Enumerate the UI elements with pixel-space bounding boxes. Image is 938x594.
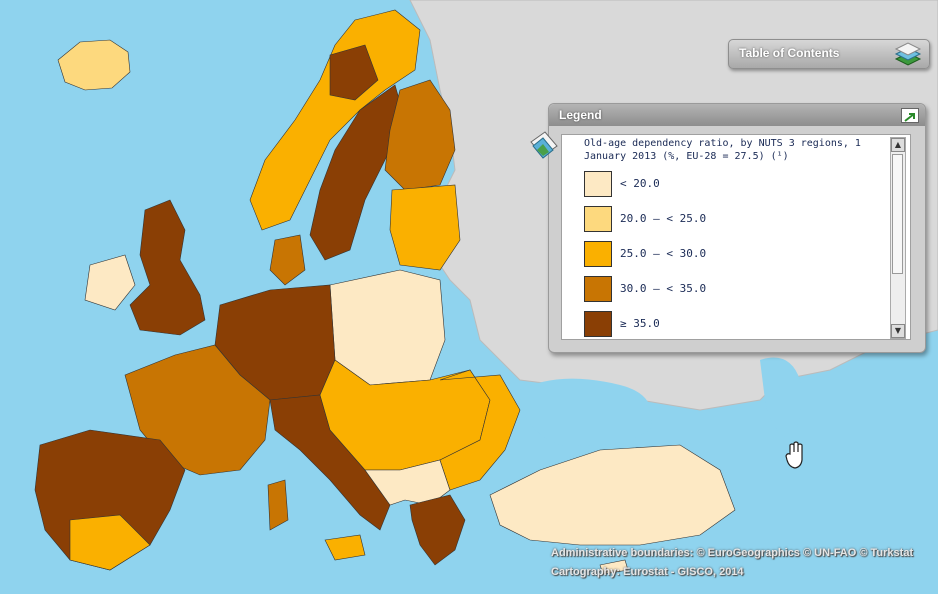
toc-label: Table of Contents (739, 46, 840, 60)
legend-description: Old-age dependency ratio, by NUTS 3 regi… (584, 138, 861, 162)
legend-header[interactable]: Legend (549, 104, 925, 126)
legend-icon (530, 131, 558, 159)
credits-boundaries: Administrative boundaries: © EuroGeograp… (551, 547, 914, 559)
legend-item-label: < 20.0 (620, 177, 660, 190)
legend-title: Legend (559, 108, 602, 122)
arrow-icon (904, 113, 915, 122)
legend-panel: Legend Old-age dependency ratio, by NUTS… (530, 103, 926, 353)
legend-item-label: 30.0 – < 35.0 (620, 282, 707, 295)
legend-scrollbar[interactable]: ▲ ▼ (890, 137, 906, 339)
legend-item: < 20.0 (584, 171, 844, 197)
table-of-contents-button[interactable]: Table of Contents (728, 39, 930, 69)
legend-swatch (584, 276, 612, 302)
credits-cartography: Cartography: Eurostat - GISCO, 2014 (551, 566, 744, 578)
legend-item: 20.0 – < 25.0 (584, 206, 844, 232)
scroll-thumb[interactable] (892, 154, 903, 274)
scroll-up-icon[interactable]: ▲ (891, 138, 905, 152)
legend-minimize-button[interactable] (901, 108, 919, 123)
hand-cursor-icon (785, 441, 803, 469)
legend-item: 25.0 – < 30.0 (584, 241, 844, 267)
legend-item: ≥ 35.0 (584, 311, 844, 337)
scroll-down-icon[interactable]: ▼ (891, 324, 905, 338)
legend-item-label: ≥ 35.0 (620, 317, 660, 330)
map-layers-icon (894, 42, 922, 66)
legend-content[interactable]: Old-age dependency ratio, by NUTS 3 regi… (561, 134, 911, 340)
legend-swatch (584, 241, 612, 267)
legend-swatch (584, 311, 612, 337)
legend-item: 30.0 – < 35.0 (584, 276, 844, 302)
legend-item-label: 25.0 – < 30.0 (620, 247, 707, 260)
region-poland[interactable] (329, 269, 446, 386)
legend-swatch (584, 206, 612, 232)
legend-swatch (584, 171, 612, 197)
legend-item-label: 20.0 – < 25.0 (620, 212, 707, 225)
